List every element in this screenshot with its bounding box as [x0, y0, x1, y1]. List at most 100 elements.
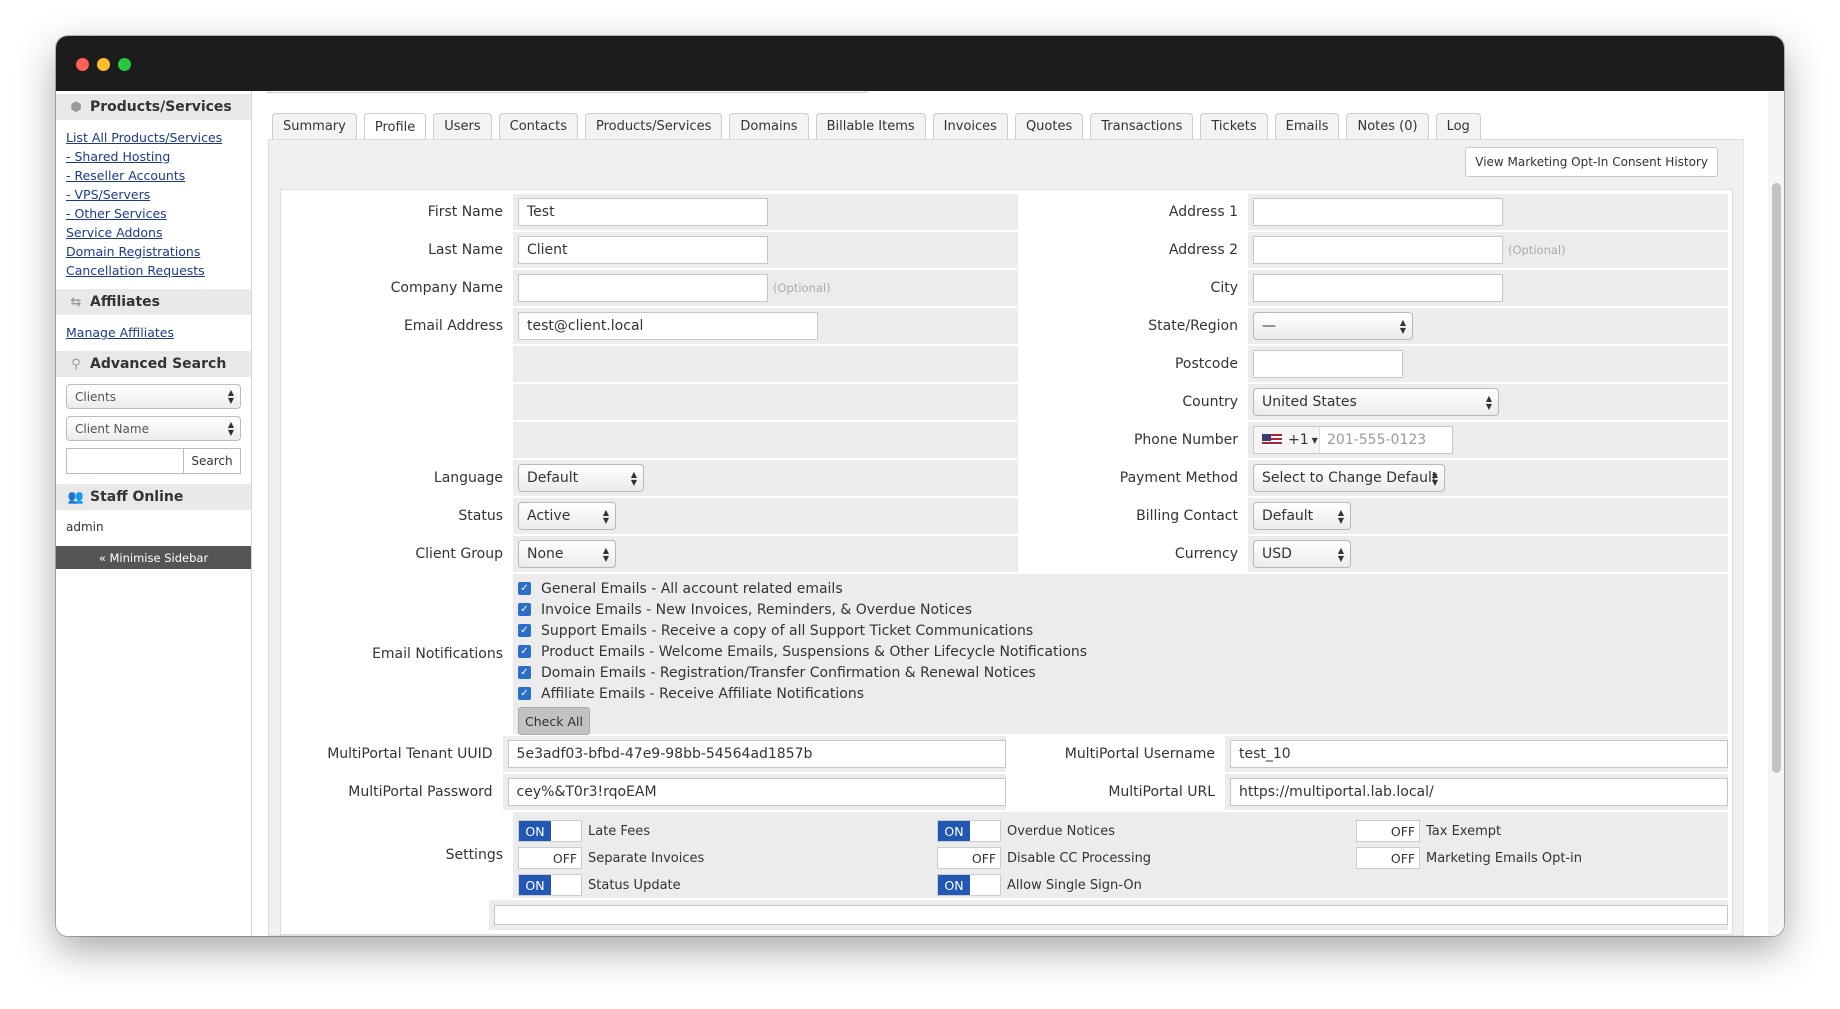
phone-input[interactable]: +1 ▼ 201-555-0123 [1253, 426, 1453, 454]
link-reseller-accounts[interactable]: - Reseller Accounts [66, 166, 241, 185]
tab-users[interactable]: Users [433, 113, 492, 139]
first-name-input[interactable]: Test [518, 198, 768, 226]
toggle-status-update[interactable]: ON Status Update [518, 874, 681, 896]
checkbox-checked-icon[interactable]: ✓ [518, 645, 531, 658]
notification-product[interactable]: ✓ Product Emails - Welcome Emails, Suspen… [518, 641, 1728, 662]
toggle-separate-invoices[interactable]: OFF Separate Invoices [518, 847, 704, 869]
tab-log[interactable]: Log [1435, 113, 1481, 139]
mp-password-input[interactable]: cey%&T0r3!rqoEAM [507, 778, 1006, 806]
status-select[interactable]: Active ▲ ▼ [518, 502, 616, 530]
company-name-label: Company Name [285, 270, 513, 306]
address2-input[interactable] [1253, 236, 1503, 264]
phone-number-placeholder: 201-555-0123 [1327, 432, 1427, 448]
search-button[interactable]: Search [183, 448, 241, 474]
tab-summary[interactable]: Summary [272, 113, 357, 139]
tab-profile[interactable]: Profile [363, 113, 427, 140]
notification-support[interactable]: ✓ Support Emails - Receive a copy of all … [518, 620, 1728, 641]
last-name-label: Last Name [285, 232, 513, 268]
mp-url-label: MultiPortal URL [1011, 774, 1225, 810]
state-label: State/Region [1024, 308, 1248, 344]
tab-billable-items[interactable]: Billable Items [815, 113, 926, 139]
toggle-tax-exempt[interactable]: OFF Tax Exempt [1356, 820, 1501, 842]
toggle-allow-single-sign-on[interactable]: ON Allow Single Sign-On [937, 874, 1142, 896]
company-name-input[interactable] [518, 274, 768, 302]
search-type-select[interactable]: Clients ▲ ▼ [66, 384, 241, 409]
postcode-input[interactable] [1253, 350, 1403, 378]
search-input[interactable] [66, 448, 183, 474]
tab-products-services[interactable]: Products/Services [585, 113, 723, 139]
checkbox-checked-icon[interactable]: ✓ [518, 666, 531, 679]
toggle-overdue-notices[interactable]: ON Overdue Notices [937, 820, 1115, 842]
checkbox-checked-icon[interactable]: ✓ [518, 603, 531, 616]
view-consent-history-button[interactable]: View Marketing Opt-In Consent History [1465, 147, 1718, 177]
form-row: Language Default ▲ ▼ Payment Method Select… [285, 460, 1728, 496]
address1-label: Address 1 [1024, 194, 1248, 230]
profile-tab-panel: View Marketing Opt-In Consent History Fi… [268, 139, 1744, 936]
check-all-button[interactable]: Check All [518, 707, 590, 735]
maximize-window-button[interactable] [118, 58, 131, 71]
close-window-button[interactable] [76, 58, 89, 71]
country-code-dropdown[interactable]: +1 ▼ [1254, 427, 1320, 453]
mp-uuid-input[interactable]: 5e3adf03-bfbd-47e9-98bb-54564ad1857b [507, 740, 1006, 768]
mp-password-label: MultiPortal Password [285, 774, 503, 810]
toggle-disable-cc-processing[interactable]: OFF Disable CC Processing [937, 847, 1151, 869]
billing-contact-label: Billing Contact [1024, 498, 1248, 534]
tab-transactions[interactable]: Transactions [1090, 113, 1194, 139]
link-vps-servers[interactable]: - VPS/Servers [66, 185, 241, 204]
address1-input[interactable] [1253, 198, 1503, 226]
search-field-select[interactable]: Client Name ▲ ▼ [66, 416, 241, 441]
form-row: First Name Test Address 1 [285, 194, 1728, 230]
city-input[interactable] [1253, 274, 1503, 302]
checkbox-checked-icon[interactable]: ✓ [518, 687, 531, 700]
tab-domains[interactable]: Domains [729, 113, 809, 139]
optional-hint: (Optional) [773, 281, 831, 295]
admin-notes-textarea[interactable] [494, 905, 1728, 925]
link-cancellation-requests[interactable]: Cancellation Requests [66, 261, 241, 280]
mp-url-input[interactable]: https://multiportal.lab.local/ [1230, 778, 1728, 806]
notification-invoice[interactable]: ✓ Invoice Emails - New Invoices, Reminder… [518, 599, 1728, 620]
last-name-input[interactable]: Client [518, 236, 768, 264]
country-label: Country [1024, 384, 1248, 420]
country-select[interactable]: United States ▲ ▼ [1253, 388, 1499, 416]
minimize-window-button[interactable] [97, 58, 110, 71]
tab-tickets[interactable]: Tickets [1200, 113, 1268, 139]
page-scrollbar[interactable] [1768, 91, 1784, 936]
currency-select[interactable]: USD ▲ ▼ [1253, 540, 1351, 568]
tab-contacts[interactable]: Contacts [498, 113, 579, 139]
checkbox-checked-icon[interactable]: ✓ [518, 582, 531, 595]
tab-notes[interactable]: Notes (0) [1346, 113, 1429, 139]
toggle-marketing-emails-opt-in[interactable]: OFF Marketing Emails Opt-in [1356, 847, 1582, 869]
state-select[interactable]: — ▲ ▼ [1253, 312, 1413, 340]
link-shared-hosting[interactable]: - Shared Hosting [66, 147, 241, 166]
notification-general[interactable]: ✓ General Emails - All account related em… [518, 578, 1728, 599]
select-arrows-icon: ▲ ▼ [1485, 394, 1492, 411]
address2-label: Address 2 [1024, 232, 1248, 268]
first-name-label: First Name [285, 194, 513, 230]
tab-emails[interactable]: Emails [1274, 113, 1340, 139]
toggle-late-fees[interactable]: ON Late Fees [518, 820, 650, 842]
scrollbar-thumb[interactable] [1772, 183, 1781, 773]
billing-contact-select[interactable]: Default ▲ ▼ [1253, 502, 1351, 530]
mp-username-input[interactable]: test_10 [1230, 740, 1728, 768]
form-row: Client Group None ▲ ▼ Currency USD ▲ ▼ [285, 536, 1728, 572]
email-notifications-label: Email Notifications [285, 574, 513, 734]
select-arrows-icon: ▲ ▼ [1431, 470, 1438, 487]
optional-hint: (Optional) [1508, 243, 1566, 257]
language-select[interactable]: Default ▲ ▼ [518, 464, 644, 492]
link-list-all-products[interactable]: List All Products/Services [66, 128, 241, 147]
email-input[interactable]: test@client.local [518, 312, 818, 340]
tab-quotes[interactable]: Quotes [1014, 113, 1084, 139]
link-service-addons[interactable]: Service Addons [66, 223, 241, 242]
notification-affiliate[interactable]: ✓ Affiliate Emails - Receive Affiliate No… [518, 683, 1728, 704]
checkbox-checked-icon[interactable]: ✓ [518, 624, 531, 637]
binoculars-icon: ⚲ [71, 356, 81, 372]
minimise-sidebar-button[interactable]: « Minimise Sidebar [56, 546, 251, 569]
link-other-services[interactable]: - Other Services [66, 204, 241, 223]
notification-domain[interactable]: ✓ Domain Emails - Registration/Transfer C… [518, 662, 1728, 683]
payment-method-select[interactable]: Select to Change Default ▲ ▼ [1253, 464, 1445, 492]
cube-icon: ⬢ [70, 99, 82, 115]
tab-invoices[interactable]: Invoices [932, 113, 1008, 139]
client-group-select[interactable]: None ▲ ▼ [518, 540, 616, 568]
link-manage-affiliates[interactable]: Manage Affiliates [66, 323, 241, 342]
link-domain-registrations[interactable]: Domain Registrations [66, 242, 241, 261]
